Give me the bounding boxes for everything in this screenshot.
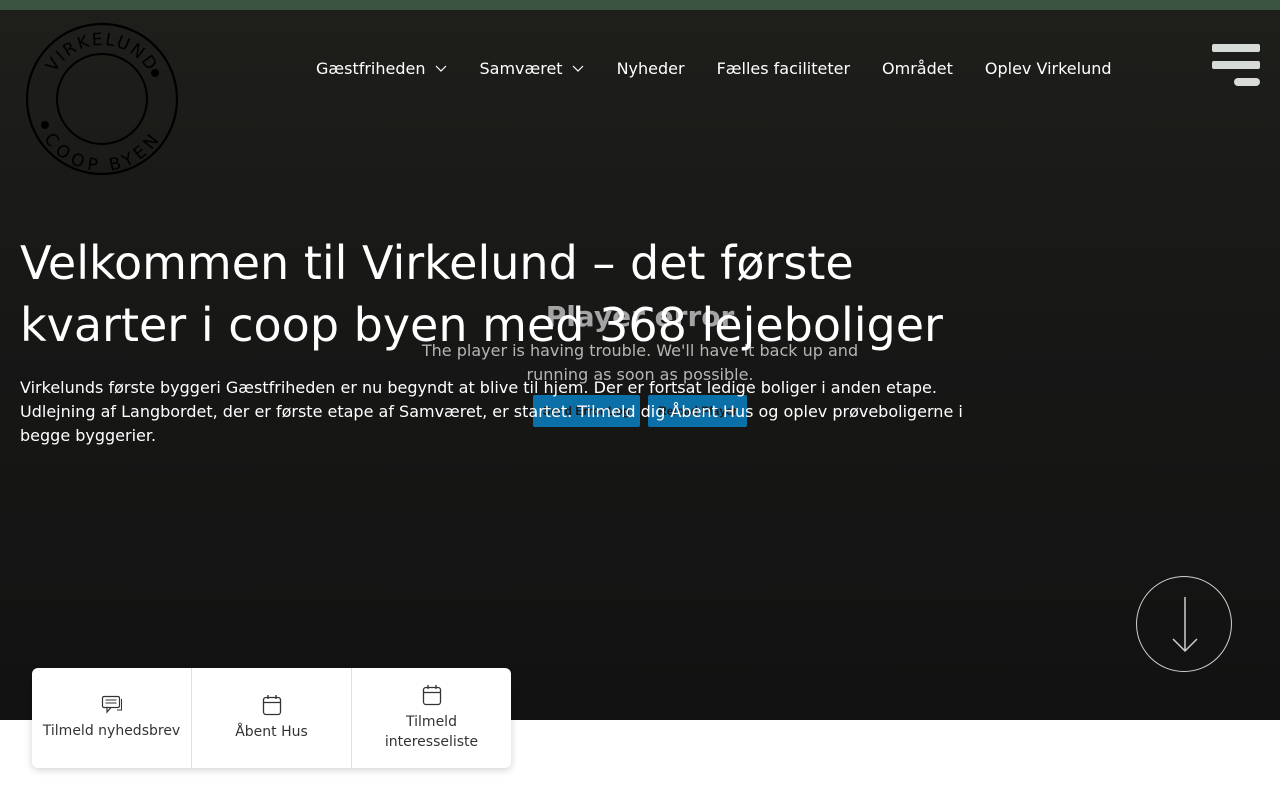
menu-bar-icon: [1212, 61, 1260, 69]
menu-bar-icon: [1234, 78, 1260, 86]
logo-seal-icon: VIRKELUND COOP BYEN: [25, 22, 179, 177]
hero-title-line: Velkommen til Virkelund – det første: [20, 236, 854, 290]
scroll-down-button[interactable]: [1136, 576, 1232, 672]
hero-title: Velkommen til Virkelund – det første kva…: [20, 232, 1000, 356]
hero-section: VIRKELUND COOP BYEN Gæstfriheden Samvære…: [0, 10, 1280, 720]
chevron-down-icon: [435, 65, 446, 72]
nav-item-faelles-faciliteter[interactable]: Fælles faciliteter: [717, 59, 850, 78]
cta-newsletter[interactable]: Tilmeld nyhedsbrev: [32, 668, 192, 768]
nav-item-label: Samværet: [479, 58, 563, 78]
menu-button[interactable]: [1210, 42, 1262, 90]
svg-text:COOP BYEN: COOP BYEN: [40, 130, 165, 177]
nav-item-omraadet[interactable]: Området: [882, 59, 953, 78]
chevron-down-icon: [572, 65, 584, 72]
cta-label: Tilmeld interesseliste: [384, 714, 479, 750]
cta-open-house[interactable]: Åbent Hus: [192, 668, 352, 768]
cta-interest-list[interactable]: Tilmeld interesseliste: [352, 668, 511, 768]
nav-item-label: Fælles faciliteter: [716, 58, 851, 78]
nav-item-gaestfriheden[interactable]: Gæstfriheden: [316, 59, 448, 78]
top-accent-bar: [0, 0, 1280, 10]
hero-content: Velkommen til Virkelund – det første kva…: [20, 232, 1000, 448]
nav-item-label: Nyheder: [616, 58, 685, 78]
cta-label: Tilmeld nyhedsbrev: [42, 723, 181, 739]
virkelund-logo[interactable]: VIRKELUND COOP BYEN: [24, 21, 180, 177]
main-nav: Gæstfriheden Samværet Nyheder Fælles fac…: [316, 56, 1144, 80]
nav-item-label: Området: [882, 58, 953, 78]
hero-title-line: kvarter i coop byen med 368 lejeboliger: [20, 298, 943, 352]
cta-label: Åbent Hus: [235, 724, 308, 740]
hero-description: Virkelunds første byggeri Gæstfriheden e…: [20, 378, 963, 445]
nav-item-label: Oplev Virkelund: [984, 58, 1112, 78]
menu-bar-icon: [1212, 44, 1260, 52]
calendar-icon: [262, 695, 281, 716]
nav-item-nyheder[interactable]: Nyheder: [617, 59, 685, 78]
nav-item-samvaeret[interactable]: Samværet: [480, 59, 585, 78]
nav-item-oplev-virkelund[interactable]: Oplev Virkelund: [985, 59, 1112, 78]
cta-bar: Tilmeld nyhedsbrev Åbent Hus Tilmeld int…: [32, 668, 511, 768]
calendar-icon: [422, 685, 441, 706]
arrow-down-icon: [1172, 597, 1198, 653]
nav-item-label: Gæstfriheden: [316, 58, 426, 78]
chat-icon: [101, 695, 122, 714]
